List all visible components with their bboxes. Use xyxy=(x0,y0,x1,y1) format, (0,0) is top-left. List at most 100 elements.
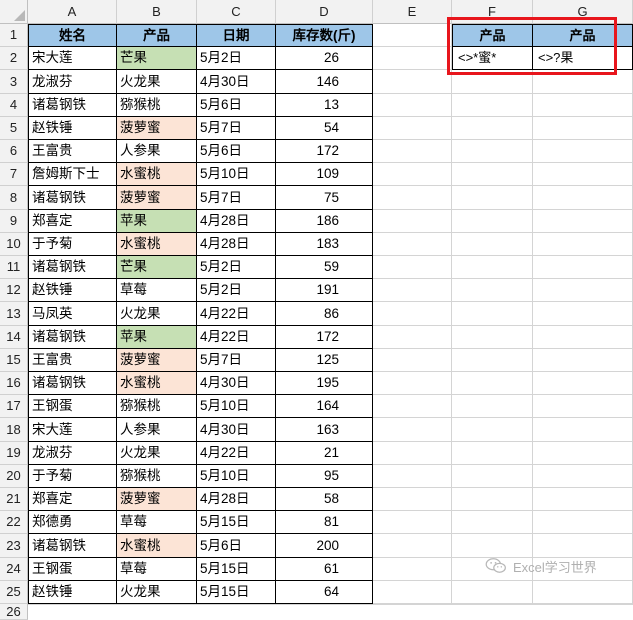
grid-cell[interactable] xyxy=(373,302,452,326)
grid-cell[interactable] xyxy=(533,279,633,302)
grid-cell[interactable] xyxy=(533,186,633,210)
grid-cell[interactable] xyxy=(533,604,633,605)
data-header-name[interactable]: 姓名 xyxy=(28,24,117,47)
cell-product[interactable]: 草莓 xyxy=(117,279,197,302)
grid-cell[interactable] xyxy=(533,163,633,186)
grid-cell[interactable] xyxy=(533,326,633,349)
grid-cell[interactable] xyxy=(452,117,533,140)
grid-cell[interactable] xyxy=(373,24,452,47)
row-header-12[interactable]: 12 xyxy=(0,279,28,302)
cell-product[interactable]: 猕猴桃 xyxy=(117,94,197,117)
row-header-8[interactable]: 8 xyxy=(0,186,28,210)
grid-cell[interactable] xyxy=(373,511,452,534)
cell-name[interactable]: 王钢蛋 xyxy=(28,395,117,418)
row-header-20[interactable]: 20 xyxy=(0,465,28,488)
grid-cell[interactable] xyxy=(452,349,533,372)
cell-product[interactable]: 水蜜桃 xyxy=(117,163,197,186)
column-header-e[interactable]: E xyxy=(373,0,452,24)
grid-cell[interactable] xyxy=(452,94,533,117)
cell-product[interactable]: 草莓 xyxy=(117,558,197,581)
cell-date[interactable]: 4月28日 xyxy=(197,233,276,256)
cell-name[interactable]: 郑喜定 xyxy=(28,210,117,233)
row-header-24[interactable]: 24 xyxy=(0,558,28,581)
cell-qty[interactable]: 146 xyxy=(276,70,373,94)
grid-cell[interactable] xyxy=(373,558,452,581)
cell-date[interactable]: 4月28日 xyxy=(197,488,276,511)
cell-name[interactable]: 王富贵 xyxy=(28,349,117,372)
cell-qty[interactable]: 186 xyxy=(276,210,373,233)
cell-name[interactable]: 诸葛钢铁 xyxy=(28,256,117,279)
grid-cell[interactable] xyxy=(373,326,452,349)
grid-cell[interactable] xyxy=(452,465,533,488)
cell-name[interactable]: 诸葛钢铁 xyxy=(28,372,117,395)
cell-date[interactable]: 5月15日 xyxy=(197,511,276,534)
cell-date[interactable]: 4月30日 xyxy=(197,70,276,94)
cell-product[interactable]: 水蜜桃 xyxy=(117,372,197,395)
grid-cell[interactable] xyxy=(373,372,452,395)
cell-date[interactable]: 5月10日 xyxy=(197,465,276,488)
row-header-18[interactable]: 18 xyxy=(0,418,28,442)
cell-name[interactable]: 赵铁锤 xyxy=(28,279,117,302)
cell-date[interactable]: 4月28日 xyxy=(197,210,276,233)
cell-product[interactable]: 苹果 xyxy=(117,326,197,349)
grid-cell[interactable] xyxy=(533,488,633,511)
cell-name[interactable]: 龙淑芬 xyxy=(28,70,117,94)
grid-cell[interactable] xyxy=(373,94,452,117)
grid-cell[interactable] xyxy=(452,604,533,605)
cell-product[interactable]: 水蜜桃 xyxy=(117,233,197,256)
row-header-13[interactable]: 13 xyxy=(0,302,28,326)
grid-cell[interactable] xyxy=(533,210,633,233)
cell-qty[interactable]: 81 xyxy=(276,511,373,534)
grid-cell[interactable] xyxy=(373,70,452,94)
row-header-9[interactable]: 9 xyxy=(0,210,28,233)
grid-cell[interactable] xyxy=(373,233,452,256)
grid-cell[interactable] xyxy=(533,233,633,256)
cell-name[interactable]: 马凤英 xyxy=(28,302,117,326)
row-header-7[interactable]: 7 xyxy=(0,163,28,186)
grid-cell[interactable] xyxy=(452,488,533,511)
cell-date[interactable]: 5月6日 xyxy=(197,94,276,117)
grid-cell[interactable] xyxy=(533,395,633,418)
cell-product[interactable]: 猕猴桃 xyxy=(117,465,197,488)
row-header-10[interactable]: 10 xyxy=(0,233,28,256)
grid-cell[interactable] xyxy=(452,372,533,395)
cell-qty[interactable]: 58 xyxy=(276,488,373,511)
row-header-21[interactable]: 21 xyxy=(0,488,28,511)
cell-product[interactable]: 水蜜桃 xyxy=(117,534,197,558)
cell-date[interactable]: 5月2日 xyxy=(197,279,276,302)
cell-name[interactable]: 诸葛钢铁 xyxy=(28,326,117,349)
grid-cell[interactable] xyxy=(373,47,452,70)
grid-cell[interactable] xyxy=(373,140,452,163)
grid-cell[interactable] xyxy=(452,442,533,465)
grid-cell[interactable] xyxy=(452,140,533,163)
grid-cell[interactable] xyxy=(373,256,452,279)
cell-date[interactable]: 4月22日 xyxy=(197,302,276,326)
cell-name[interactable]: 于予菊 xyxy=(28,465,117,488)
grid-cell[interactable] xyxy=(533,140,633,163)
cell-qty[interactable]: 172 xyxy=(276,140,373,163)
cell-name[interactable]: 郑德勇 xyxy=(28,511,117,534)
grid-cell[interactable] xyxy=(373,163,452,186)
grid-cell[interactable] xyxy=(276,604,373,605)
grid-cell[interactable] xyxy=(452,256,533,279)
column-header-d[interactable]: D xyxy=(276,0,373,24)
cell-product[interactable]: 菠萝蜜 xyxy=(117,186,197,210)
grid-cell[interactable] xyxy=(373,534,452,558)
grid-cell[interactable] xyxy=(533,117,633,140)
cell-qty[interactable]: 21 xyxy=(276,442,373,465)
column-header-b[interactable]: B xyxy=(117,0,197,24)
grid-cell[interactable] xyxy=(373,488,452,511)
grid-cell[interactable] xyxy=(452,279,533,302)
data-header-qty[interactable]: 库存数(斤) xyxy=(276,24,373,47)
grid-cell[interactable] xyxy=(533,442,633,465)
cell-product[interactable]: 火龙果 xyxy=(117,302,197,326)
grid-cell[interactable] xyxy=(533,256,633,279)
cell-qty[interactable]: 191 xyxy=(276,279,373,302)
grid-cell[interactable] xyxy=(117,604,197,605)
cell-qty[interactable]: 54 xyxy=(276,117,373,140)
grid-cell[interactable] xyxy=(373,604,452,605)
cell-qty[interactable]: 61 xyxy=(276,558,373,581)
cell-qty[interactable]: 13 xyxy=(276,94,373,117)
cell-date[interactable]: 5月6日 xyxy=(197,140,276,163)
grid-cell[interactable] xyxy=(452,395,533,418)
